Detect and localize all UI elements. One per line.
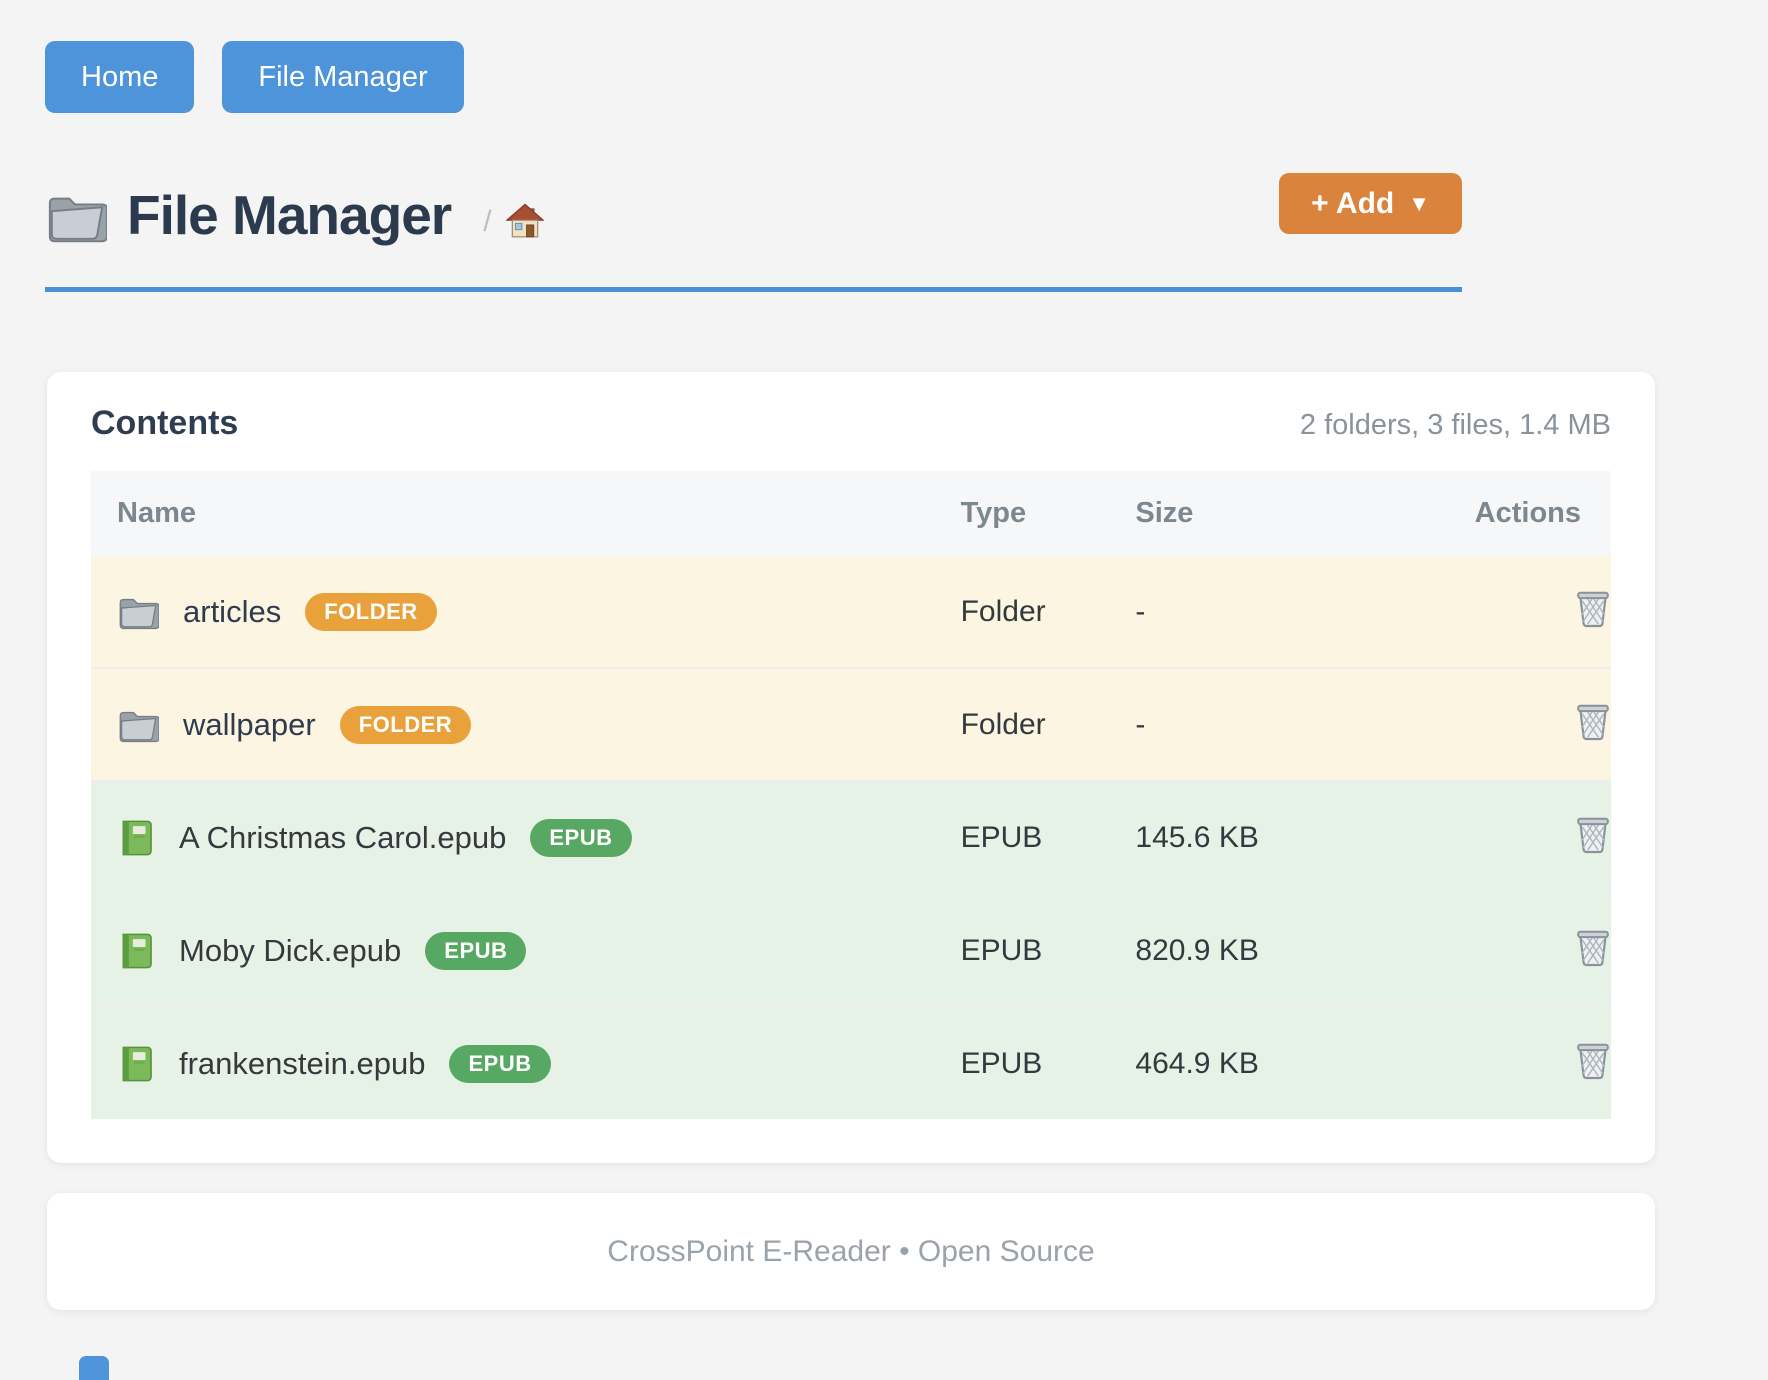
- size-cell: -: [1109, 556, 1367, 668]
- trash-icon: [1575, 927, 1611, 967]
- file-name-link[interactable]: Moby Dick.epub: [179, 933, 401, 969]
- page-header: File Manager /: [45, 183, 1462, 247]
- column-header-name: Name: [91, 471, 935, 556]
- epub-badge: EPUB: [449, 1045, 550, 1083]
- type-cell: Folder: [935, 556, 1110, 668]
- green-book-icon: [117, 1043, 155, 1085]
- column-header-type: Type: [935, 471, 1110, 556]
- table-row: A Christmas Carol.epub EPUB EPUB 145.6 K…: [91, 781, 1611, 894]
- delete-button[interactable]: [1575, 927, 1611, 967]
- epub-badge: EPUB: [530, 819, 631, 857]
- folder-icon: [45, 191, 107, 243]
- home-icon[interactable]: [506, 202, 544, 240]
- chevron-down-icon: ▼: [1408, 191, 1430, 217]
- partial-button[interactable]: [79, 1356, 109, 1380]
- add-button-label: + Add: [1311, 187, 1394, 221]
- add-button[interactable]: + Add ▼: [1279, 173, 1462, 234]
- file-name-link[interactable]: articles: [183, 594, 281, 630]
- trash-icon: [1575, 814, 1611, 854]
- type-cell: EPUB: [935, 781, 1110, 894]
- footer-text: CrossPoint E-Reader • Open Source: [607, 1235, 1094, 1269]
- folder-icon: [117, 707, 159, 743]
- delete-button[interactable]: [1575, 701, 1611, 741]
- column-header-size: Size: [1109, 471, 1367, 556]
- trash-icon: [1575, 701, 1611, 741]
- type-cell: EPUB: [935, 1007, 1110, 1119]
- folder-icon: [117, 594, 159, 630]
- folder-badge: FOLDER: [340, 706, 471, 744]
- type-cell: Folder: [935, 668, 1110, 781]
- green-book-icon: [117, 930, 155, 972]
- trash-icon: [1575, 588, 1611, 628]
- type-cell: EPUB: [935, 894, 1110, 1007]
- contents-summary: 2 folders, 3 files, 1.4 MB: [1300, 409, 1611, 442]
- header-divider: [45, 287, 1462, 292]
- column-header-actions: Actions: [1368, 471, 1611, 556]
- table-header-row: Name Type Size Actions: [91, 471, 1611, 556]
- nav-file-manager-button[interactable]: File Manager: [222, 41, 463, 113]
- nav-home-button[interactable]: Home: [45, 41, 194, 113]
- top-nav: Home File Manager: [45, 41, 464, 113]
- table-row: wallpaper FOLDER Folder -: [91, 668, 1611, 781]
- delete-button[interactable]: [1575, 814, 1611, 854]
- size-cell: 145.6 KB: [1109, 781, 1367, 894]
- card-title: Contents: [91, 404, 238, 443]
- file-table: Name Type Size Actions articles FOLDER F…: [91, 471, 1611, 1119]
- size-cell: 820.9 KB: [1109, 894, 1367, 1007]
- green-book-icon: [117, 817, 155, 859]
- trash-icon: [1575, 1040, 1611, 1080]
- size-cell: -: [1109, 668, 1367, 781]
- folder-badge: FOLDER: [305, 593, 436, 631]
- delete-button[interactable]: [1575, 1040, 1611, 1080]
- table-row: articles FOLDER Folder -: [91, 556, 1611, 668]
- size-cell: 464.9 KB: [1109, 1007, 1367, 1119]
- footer-card: CrossPoint E-Reader • Open Source: [47, 1193, 1655, 1310]
- epub-badge: EPUB: [425, 932, 526, 970]
- page-title: File Manager: [127, 183, 451, 247]
- table-row: frankenstein.epub EPUB EPUB 464.9 KB: [91, 1007, 1611, 1119]
- breadcrumb-separator: /: [483, 205, 491, 239]
- file-name-link[interactable]: wallpaper: [183, 707, 316, 743]
- delete-button[interactable]: [1575, 588, 1611, 628]
- file-name-link[interactable]: frankenstein.epub: [179, 1046, 425, 1082]
- contents-card: Contents 2 folders, 3 files, 1.4 MB Name…: [47, 372, 1655, 1163]
- table-row: Moby Dick.epub EPUB EPUB 820.9 KB: [91, 894, 1611, 1007]
- file-name-link[interactable]: A Christmas Carol.epub: [179, 820, 506, 856]
